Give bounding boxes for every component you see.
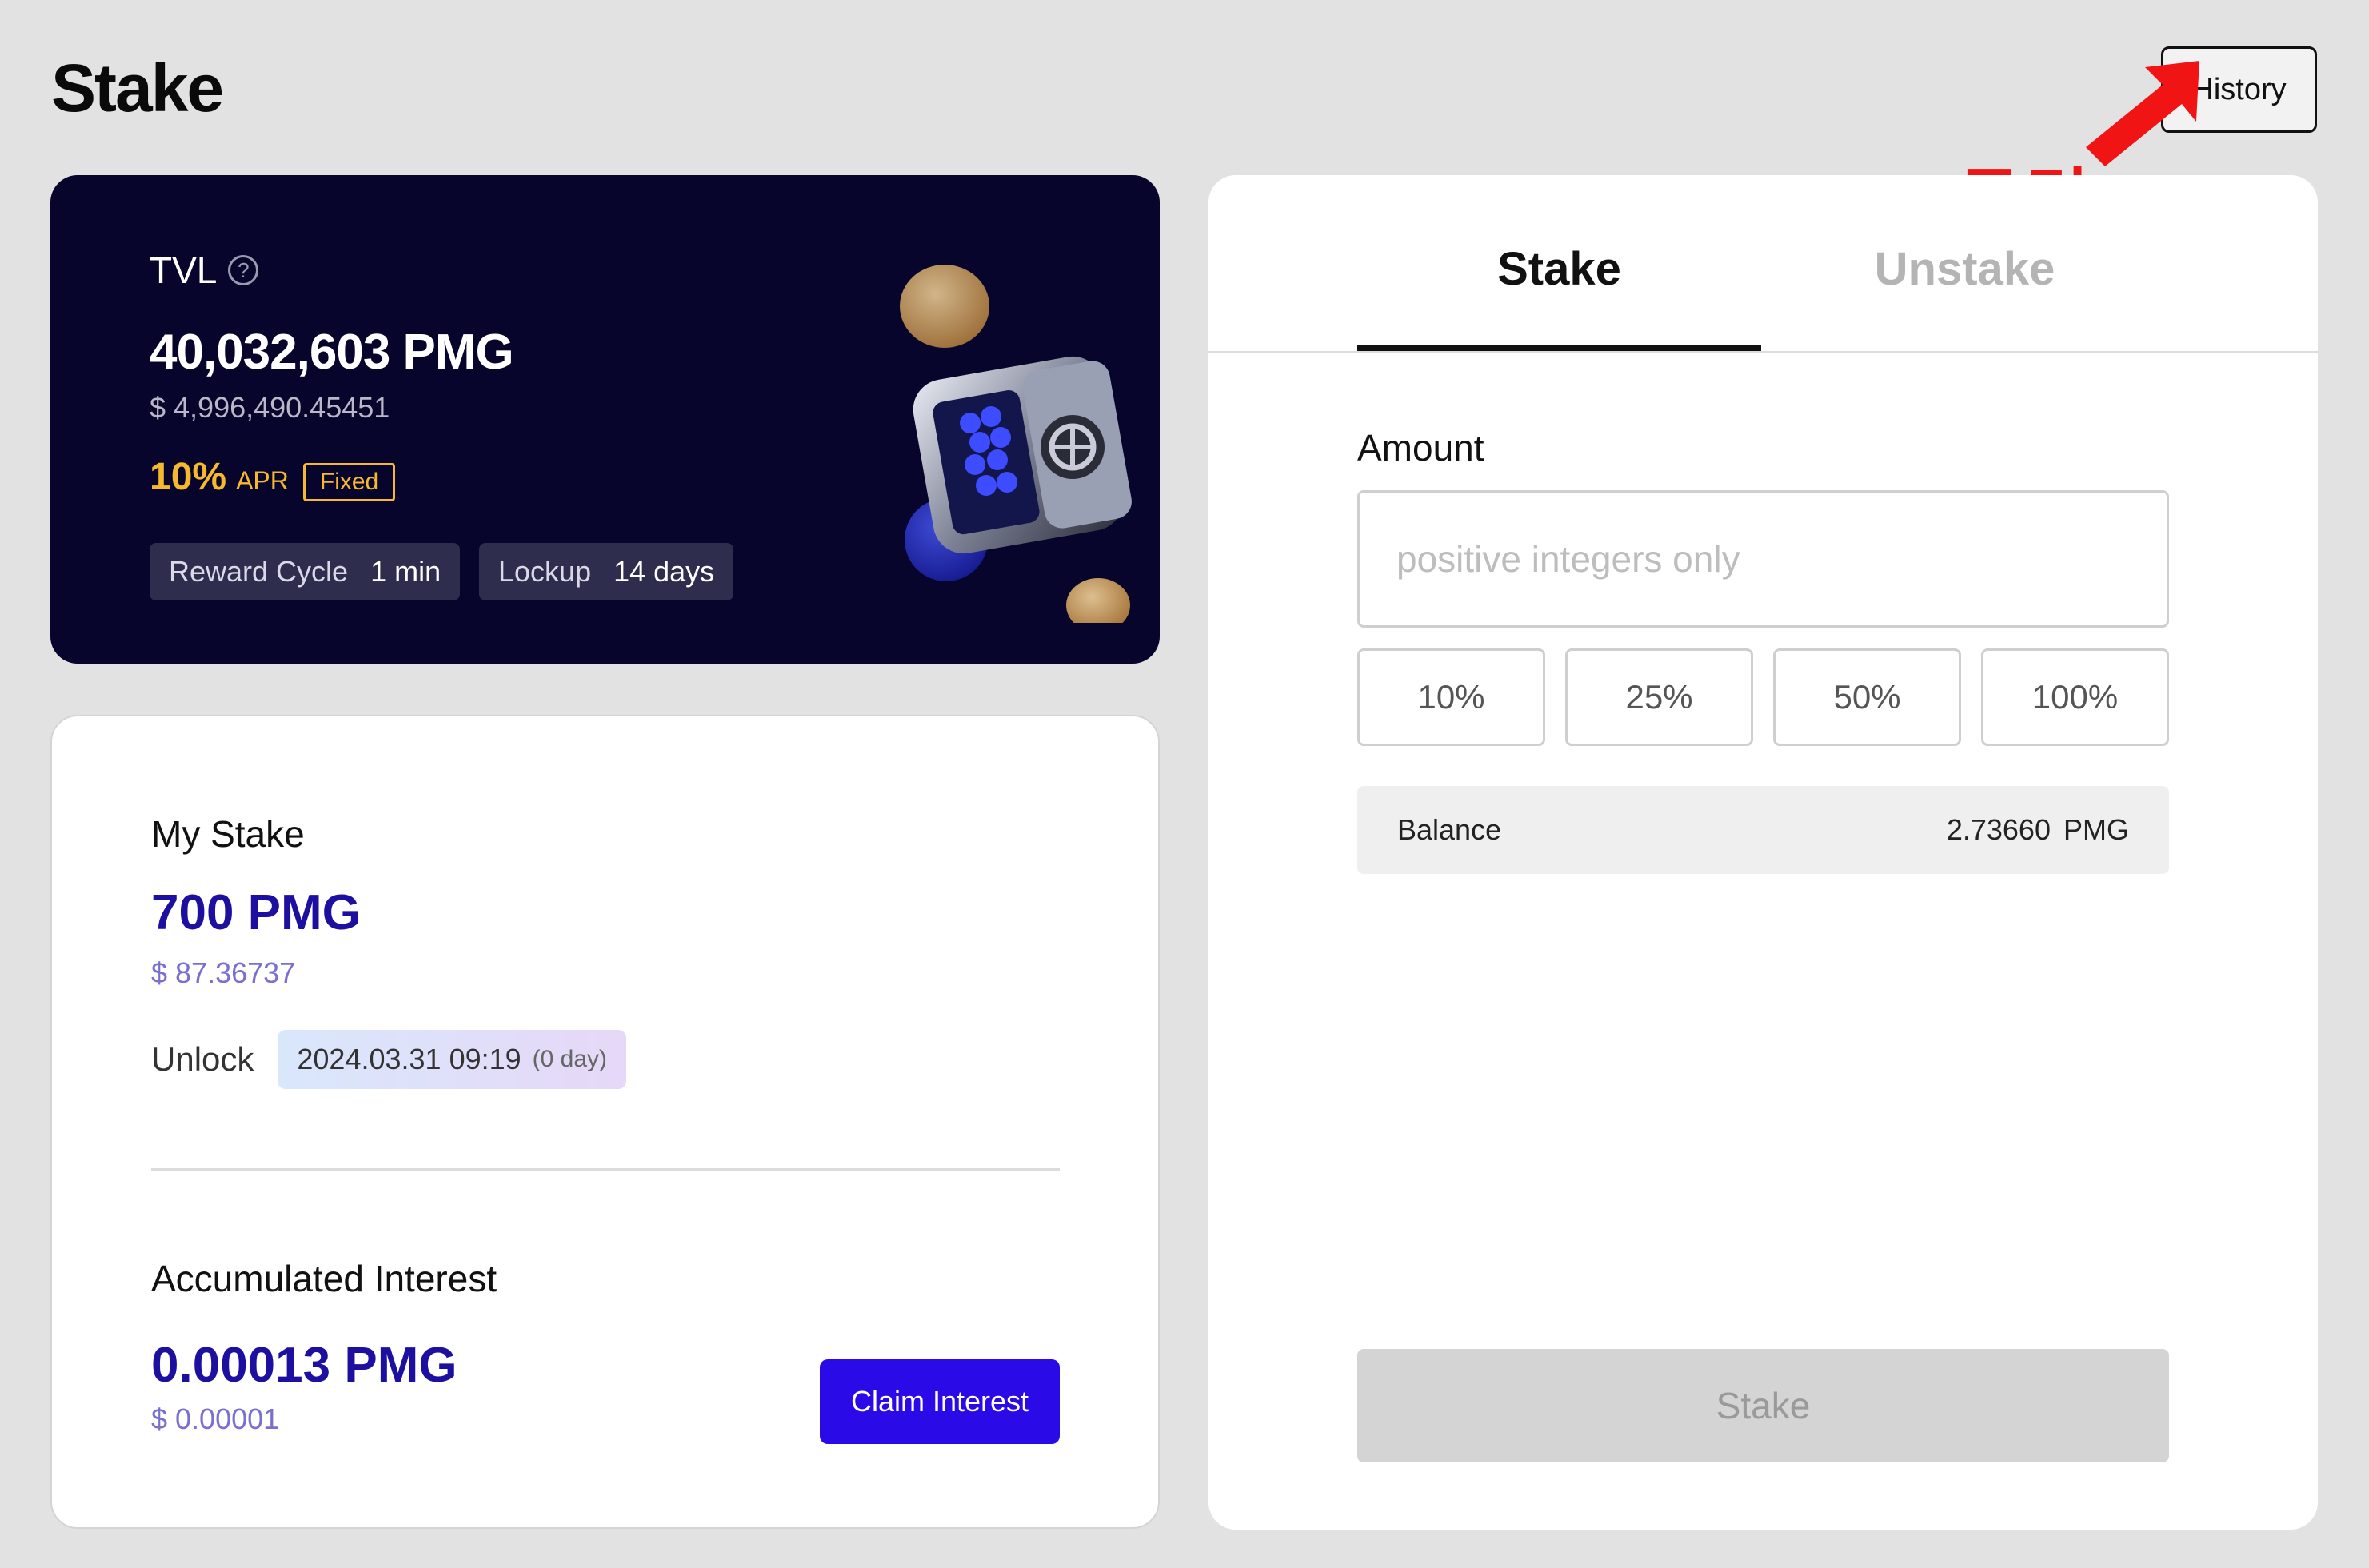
tvl-amount: 40,032,603 PMG bbox=[150, 325, 514, 380]
tab-divider bbox=[1208, 351, 2318, 353]
reward-cycle-label: Reward Cycle bbox=[169, 555, 349, 588]
reward-cycle-value: 1 min bbox=[370, 555, 441, 588]
my-stake-amount: 700 PMG bbox=[151, 885, 361, 940]
unlock-row: Unlock 2024.03.31 09:19 (0 day) bbox=[151, 1030, 627, 1089]
apr-fixed-badge: Fixed bbox=[302, 463, 396, 501]
unlock-label: Unlock bbox=[151, 1040, 254, 1078]
active-tab-indicator bbox=[1357, 345, 1761, 351]
tvl-card: TVL ? 40,032,603 PMG $ 4,996,490.45451 1… bbox=[50, 175, 1160, 664]
balance-bar: Balance 2.73660 PMG bbox=[1357, 786, 2169, 874]
tvl-heading: TVL ? bbox=[150, 249, 259, 292]
apr-row: 10% APR Fixed bbox=[150, 455, 396, 501]
accumulated-interest-title: Accumulated Interest bbox=[151, 1258, 497, 1299]
accumulated-interest-amount: 0.00013 PMG bbox=[151, 1338, 457, 1393]
divider bbox=[151, 1168, 1060, 1171]
percent-100-button[interactable]: 100% bbox=[1981, 648, 2169, 746]
lockup-label: Lockup bbox=[498, 555, 592, 588]
unlock-date-chip: 2024.03.31 09:19 (0 day) bbox=[278, 1030, 627, 1089]
lockup-value: 14 days bbox=[613, 555, 715, 588]
tab-unstake[interactable]: Unstake bbox=[1763, 242, 2167, 296]
balance-value: 2.73660 bbox=[1946, 813, 2051, 846]
reward-cycle-chip: Reward Cycle 1 min bbox=[150, 543, 461, 600]
annotation-arrow-icon bbox=[2086, 61, 2199, 166]
balance-label: Balance bbox=[1397, 813, 1502, 846]
my-stake-title: My Stake bbox=[151, 813, 305, 855]
stake-page: Stake History 클릭 TVL ? 40,032,603 PMG $ … bbox=[0, 0, 2369, 1568]
claim-interest-button[interactable]: Claim Interest bbox=[820, 1359, 1060, 1444]
apr-value: 10% bbox=[150, 456, 227, 498]
question-circle-icon[interactable]: ? bbox=[228, 255, 259, 285]
my-stake-usd-value: $ 87.36737 bbox=[151, 956, 296, 989]
accumulated-interest-usd-value: $ 0.00001 bbox=[151, 1402, 280, 1435]
tab-stake[interactable]: Stake bbox=[1357, 242, 1761, 296]
balance-value-group: 2.73660 PMG bbox=[1947, 813, 2129, 847]
apr-label: APR bbox=[236, 466, 289, 495]
amount-label: Amount bbox=[1357, 427, 1484, 469]
lockup-chip: Lockup 14 days bbox=[479, 543, 734, 600]
safe-vault-illustration bbox=[900, 265, 1132, 623]
stake-panel: Stake Unstake Amount 10% 25% 50% 100% Ba… bbox=[1208, 175, 2318, 1530]
percent-25-button[interactable]: 25% bbox=[1565, 648, 1753, 746]
percent-10-button[interactable]: 10% bbox=[1357, 648, 1545, 746]
my-stake-card: My Stake 700 PMG $ 87.36737 Unlock 2024.… bbox=[50, 715, 1160, 1529]
page-title: Stake bbox=[51, 50, 224, 126]
tvl-usd-value: $ 4,996,490.45451 bbox=[150, 391, 390, 424]
tvl-label: TVL bbox=[150, 249, 218, 291]
stake-submit-button[interactable]: Stake bbox=[1357, 1349, 2169, 1462]
unlock-date: 2024.03.31 09:19 bbox=[297, 1043, 521, 1075]
balance-unit: PMG bbox=[2063, 813, 2129, 846]
percent-50-button[interactable]: 50% bbox=[1773, 648, 1961, 746]
unlock-days-remaining: (0 day) bbox=[532, 1046, 608, 1072]
amount-input[interactable] bbox=[1357, 490, 2169, 628]
